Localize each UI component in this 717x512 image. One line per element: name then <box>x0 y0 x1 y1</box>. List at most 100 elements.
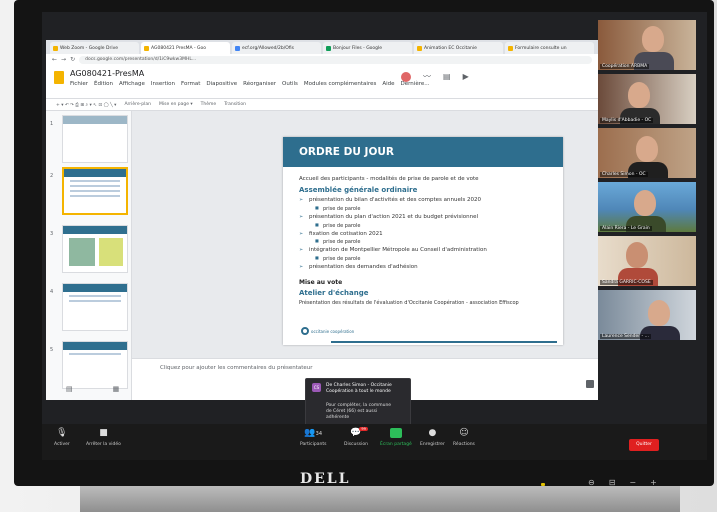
zoom-meeting-toolbar: 🎙 Activer ■ Arrêter la vidéo 👥34 Participan… <box>42 424 707 460</box>
url-field[interactable]: docs.google.com/presentation/d/1iC9wkw3M… <box>79 55 592 64</box>
forward-icon[interactable]: → <box>61 56 66 63</box>
chat-sender: De Charles Simon - Occitanie Coopération… <box>326 383 392 395</box>
thumb-image <box>69 238 95 266</box>
browser-tab[interactable]: ecf.org/Allowed/2b/Ofis <box>232 42 321 54</box>
participant-face <box>648 300 670 326</box>
slide-thumbnail[interactable] <box>62 341 128 389</box>
participant-video-strip: Coopération ARBMA Maylis d'Abbadie - OC … <box>598 20 698 350</box>
monitor-button-icon[interactable]: + <box>650 478 657 487</box>
menu-edition[interactable]: Édition <box>94 81 113 87</box>
transition-button[interactable]: Transition <box>224 102 246 107</box>
participant-tile[interactable]: Coopération ARBMA <box>598 20 696 70</box>
mute-button[interactable]: 🎙 Activer <box>54 428 70 447</box>
menu-insertion[interactable]: Insertion <box>151 81 175 87</box>
theme-button[interactable]: Thème <box>201 102 217 107</box>
record-button[interactable]: ● Enregistrer <box>420 428 445 447</box>
view-toggle: ▤ ▦ <box>66 385 119 393</box>
slide-footer <box>283 335 563 345</box>
slide-canvas: ORDRE DU JOUR Accueil des participants -… <box>132 111 598 400</box>
thumb-line <box>69 295 121 297</box>
filmstrip-view-icon[interactable]: ▤ <box>66 385 73 393</box>
slide-thumbnail[interactable] <box>62 225 128 273</box>
agenda-item: fixation de cotisation 2021 <box>299 230 555 239</box>
browser-tab[interactable]: Bonjour Files - Google <box>323 42 412 54</box>
browser-tab[interactable]: AG080421 PresMA - Goo <box>141 42 230 54</box>
participant-tile[interactable]: Charles Simon - OC <box>598 128 696 178</box>
thumb-number: 3 <box>50 231 54 237</box>
participant-name: Laurence Sender - ... <box>600 334 651 339</box>
participant-face <box>636 136 658 162</box>
menu-outils[interactable]: Outils <box>282 81 298 87</box>
explore-icon[interactable] <box>586 380 594 388</box>
menu-reorganiser[interactable]: Réorganiser <box>243 81 276 87</box>
collaborator-avatar[interactable] <box>401 71 411 82</box>
tab-favicon-icon <box>235 45 240 51</box>
slide-thumbnail[interactable] <box>62 283 128 331</box>
present-icon[interactable]: ▶ <box>463 72 469 81</box>
agenda-subitem: prise de parole <box>299 255 555 263</box>
chat-message: Pour compléter, la commune de Céret (66)… <box>326 403 392 421</box>
slide-body: Accueil des participants - modalités de … <box>299 175 555 307</box>
leave-meeting-button[interactable]: Quitter <box>629 439 659 451</box>
thumb-header <box>64 169 126 177</box>
document-title[interactable]: AG080421-PresMA <box>70 69 144 78</box>
thumb-line <box>70 190 120 192</box>
agenda-item: présentation du bilan d'activités et des… <box>299 196 555 205</box>
slide-thumbnail[interactable] <box>62 115 128 163</box>
slide-thumbnail-selected[interactable] <box>62 167 128 215</box>
menu-fichier[interactable]: Fichier <box>70 81 88 87</box>
participant-tile[interactable]: Maylis d'Abbadie - OC <box>598 74 696 124</box>
reactions-button[interactable]: ☺ Réactions <box>453 428 475 447</box>
address-bar-row: ← → ↻ docs.google.com/presentation/d/1iC… <box>46 54 598 65</box>
participants-button[interactable]: 👥34 Participants <box>300 428 326 447</box>
thumb-header <box>63 116 127 124</box>
record-icon: ● <box>428 428 437 438</box>
share-screen-button[interactable]: Écran partagé <box>380 428 412 447</box>
menu-aide[interactable]: Aide <box>382 81 394 87</box>
back-icon[interactable]: ← <box>52 56 57 63</box>
footer-bar <box>331 341 557 343</box>
comments-icon[interactable]: ▤ <box>443 72 451 81</box>
slide-intro: Accueil des participants - modalités de … <box>299 176 479 182</box>
participant-tile[interactable]: Sandra GARRIC-COSE <box>598 236 696 286</box>
slides-logo-icon[interactable] <box>54 71 64 84</box>
chat-button[interactable]: 💬 99 Discussion <box>344 427 368 447</box>
layout-button[interactable]: Mise en page ▾ <box>159 102 193 107</box>
agenda-item: présentation des demandes d'adhésion <box>299 263 555 272</box>
menu-modules[interactable]: Modules complémentaires <box>304 81 376 87</box>
toolbar-icons[interactable]: + ▾ ↶ ↷ ⎙ ⊞ ⌕ ▾ ↖ ⊡ ◯ ╲ ▾ <box>56 102 116 108</box>
menu-diapositive[interactable]: Diapositive <box>206 81 237 87</box>
thumb-number: 2 <box>50 173 54 179</box>
menu-format[interactable]: Format <box>181 81 200 87</box>
monitor-button-icon[interactable]: ⊟ <box>609 478 616 487</box>
tab-favicon-icon <box>144 45 149 51</box>
thumb-number: 5 <box>50 347 54 353</box>
participant-name: Charles Simon - OC <box>600 172 648 177</box>
participant-name: Coopération ARBMA <box>600 64 650 69</box>
participant-name: Alain Riera - Le Grain <box>600 226 652 231</box>
participant-tile[interactable]: Alain Riera - Le Grain <box>598 182 696 232</box>
browser-tab[interactable]: Formulaire consulte un <box>505 42 594 54</box>
browser-tab[interactable]: Web Zoom - Google Drive <box>50 42 139 54</box>
monitor-button-icon[interactable]: ⊖ <box>588 478 595 487</box>
menu-affichage[interactable]: Affichage <box>119 81 145 87</box>
background-button[interactable]: Arrière-plan <box>124 102 151 107</box>
agenda-subitem: prise de parole <box>299 222 555 230</box>
menu-bar: Fichier Édition Affichage Insertion Form… <box>70 81 429 87</box>
thumb-number: 4 <box>50 289 54 295</box>
thumb-header <box>63 342 127 350</box>
tab-favicon-icon <box>417 45 422 51</box>
activity-icon[interactable]: 〰 <box>423 71 431 82</box>
reload-icon[interactable]: ↻ <box>70 56 75 63</box>
video-camera-icon: ■ <box>99 428 108 438</box>
participant-tile[interactable]: Laurence Sender - ... <box>598 290 696 340</box>
monitor-button-icon[interactable]: − <box>629 478 636 487</box>
current-slide[interactable]: ORDRE DU JOUR Accueil des participants -… <box>283 137 563 345</box>
participant-name: Sandra GARRIC-COSE <box>600 280 653 285</box>
thumb-line <box>70 185 120 187</box>
monitor-brand-logo: DELL <box>300 471 351 487</box>
grid-view-icon[interactable]: ▦ <box>113 385 120 393</box>
stop-video-button[interactable]: ■ Arrêter la vidéo <box>86 428 121 447</box>
workshop-text: Présentation des résultats de l'évaluati… <box>299 299 519 306</box>
browser-tab[interactable]: Animation EC Occitanie <box>414 42 503 54</box>
